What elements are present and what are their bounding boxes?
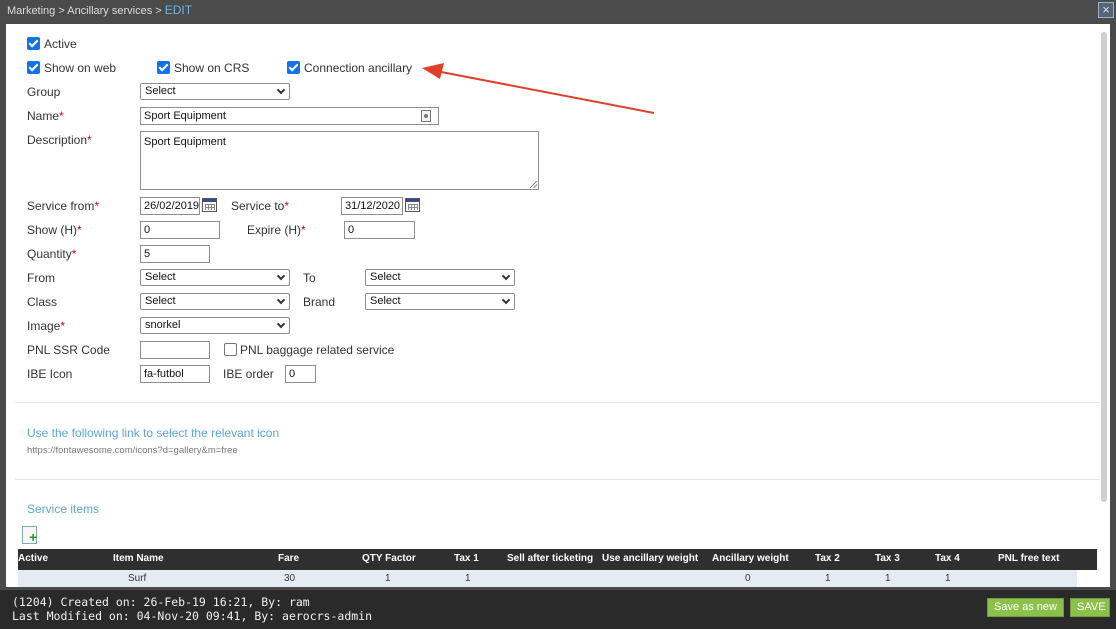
service-from-label: Service from*: [27, 199, 100, 213]
from-select[interactable]: Select: [140, 269, 290, 286]
section-divider: [15, 479, 1100, 480]
column-header[interactable]: QTY Factor: [362, 553, 416, 564]
image-select[interactable]: snorkel: [140, 317, 290, 334]
footer-bar: (1204) Created on: 26-Feb-19 16:21, By: …: [0, 590, 1116, 629]
pnl-ssr-code-label: PNL SSR Code: [27, 343, 110, 357]
ibe-order-label: IBE order: [223, 367, 274, 381]
expire-h-label: Expire (H)*: [247, 223, 306, 237]
column-header[interactable]: Fare: [278, 553, 299, 564]
column-header[interactable]: Tax 4: [935, 553, 960, 564]
service-items-title: Service items: [27, 502, 100, 516]
breadcrumb-path[interactable]: Marketing > Ancillary services >: [7, 5, 165, 17]
service-to-label: Service to*: [231, 199, 290, 213]
edit-form-panel: Active Show on web Show on CRS Connectio…: [6, 24, 1110, 587]
chevron-down-icon: [501, 295, 511, 305]
image-label: Image*: [27, 319, 66, 333]
fare-cell: 30: [284, 573, 296, 584]
to-select[interactable]: Select: [365, 269, 515, 286]
icon-selection-link[interactable]: Use the following link to select the rel…: [27, 426, 279, 440]
column-header[interactable]: Item Name: [113, 553, 164, 564]
chevron-down-icon: [276, 319, 286, 329]
chevron-down-icon: [276, 271, 286, 281]
class-select[interactable]: Select: [140, 293, 290, 310]
service-items-table-header: Active Item Name Fare QTY Factor Tax 1 S…: [18, 549, 1097, 570]
qty-factor-cell: 1: [385, 573, 391, 584]
item-name-cell: Surf: [128, 573, 147, 584]
icon-url: https://fontawesome.com/icons?d=gallery&…: [27, 445, 238, 456]
add-item-icon[interactable]: [22, 526, 37, 544]
calendar-icon[interactable]: [405, 198, 420, 212]
ancillary-weight-cell: 0: [745, 573, 751, 584]
column-header[interactable]: PNL free text: [998, 553, 1060, 564]
calendar-icon[interactable]: [202, 198, 217, 212]
quantity-label: Quantity*: [27, 247, 77, 261]
ibe-icon-label: IBE Icon: [27, 367, 73, 381]
breadcrumb-current: EDIT: [164, 3, 193, 17]
tax1-cell: 1: [465, 573, 471, 584]
pnl-baggage-checkbox[interactable]: [224, 343, 237, 356]
to-label: To: [303, 271, 316, 285]
section-divider: [15, 402, 1100, 403]
pnl-baggage-label: PNL baggage related service: [240, 343, 395, 357]
chevron-down-icon: [501, 271, 511, 281]
ibe-icon-input[interactable]: fa-futbol: [140, 365, 210, 383]
table-row[interactable]: Surf 30 1 1 0 1 1 1: [18, 570, 1077, 587]
chevron-down-icon: [276, 295, 286, 305]
ibe-order-input[interactable]: 0: [285, 365, 316, 383]
annotation-arrow: [422, 63, 655, 114]
column-header[interactable]: Tax 3: [875, 553, 900, 564]
column-header[interactable]: Ancillary weight: [712, 553, 789, 564]
column-header[interactable]: Tax 2: [815, 553, 840, 564]
column-header[interactable]: Tax 1: [454, 553, 479, 564]
column-header[interactable]: Sell after ticketing: [507, 553, 593, 564]
service-to-input[interactable]: 31/12/2020: [341, 197, 403, 215]
column-header[interactable]: Use ancillary weight: [602, 553, 698, 564]
quantity-input[interactable]: 5: [140, 245, 210, 263]
service-from-input[interactable]: 26/02/2019: [140, 197, 200, 215]
breadcrumb: Marketing > Ancillary services > EDIT: [7, 3, 192, 17]
expire-h-input[interactable]: 0: [344, 221, 415, 239]
created-info: (1204) Created on: 26-Feb-19 16:21, By: …: [12, 595, 310, 609]
close-icon[interactable]: ×: [1098, 2, 1114, 18]
resize-grip-icon[interactable]: [530, 181, 537, 188]
title-bar: Marketing > Ancillary services > EDIT ×: [0, 0, 1116, 22]
save-button[interactable]: SAVE: [1070, 598, 1110, 617]
show-h-label: Show (H)*: [27, 223, 82, 237]
pnl-ssr-code-input[interactable]: [140, 341, 210, 359]
class-label: Class: [27, 295, 58, 309]
modified-info: Last Modified on: 04-Nov-20 09:41, By: a…: [12, 609, 373, 623]
tax2-cell: 1: [825, 573, 831, 584]
tax3-cell: 1: [885, 573, 891, 584]
from-label: From: [27, 271, 55, 285]
column-header[interactable]: Active: [18, 553, 48, 564]
save-as-new-button[interactable]: Save as new: [987, 598, 1064, 617]
brand-label: Brand: [303, 295, 336, 309]
vertical-scrollbar[interactable]: [1101, 32, 1107, 502]
brand-select[interactable]: Select: [365, 293, 515, 310]
show-h-input[interactable]: 0: [140, 221, 220, 239]
tax4-cell: 1: [945, 573, 951, 584]
